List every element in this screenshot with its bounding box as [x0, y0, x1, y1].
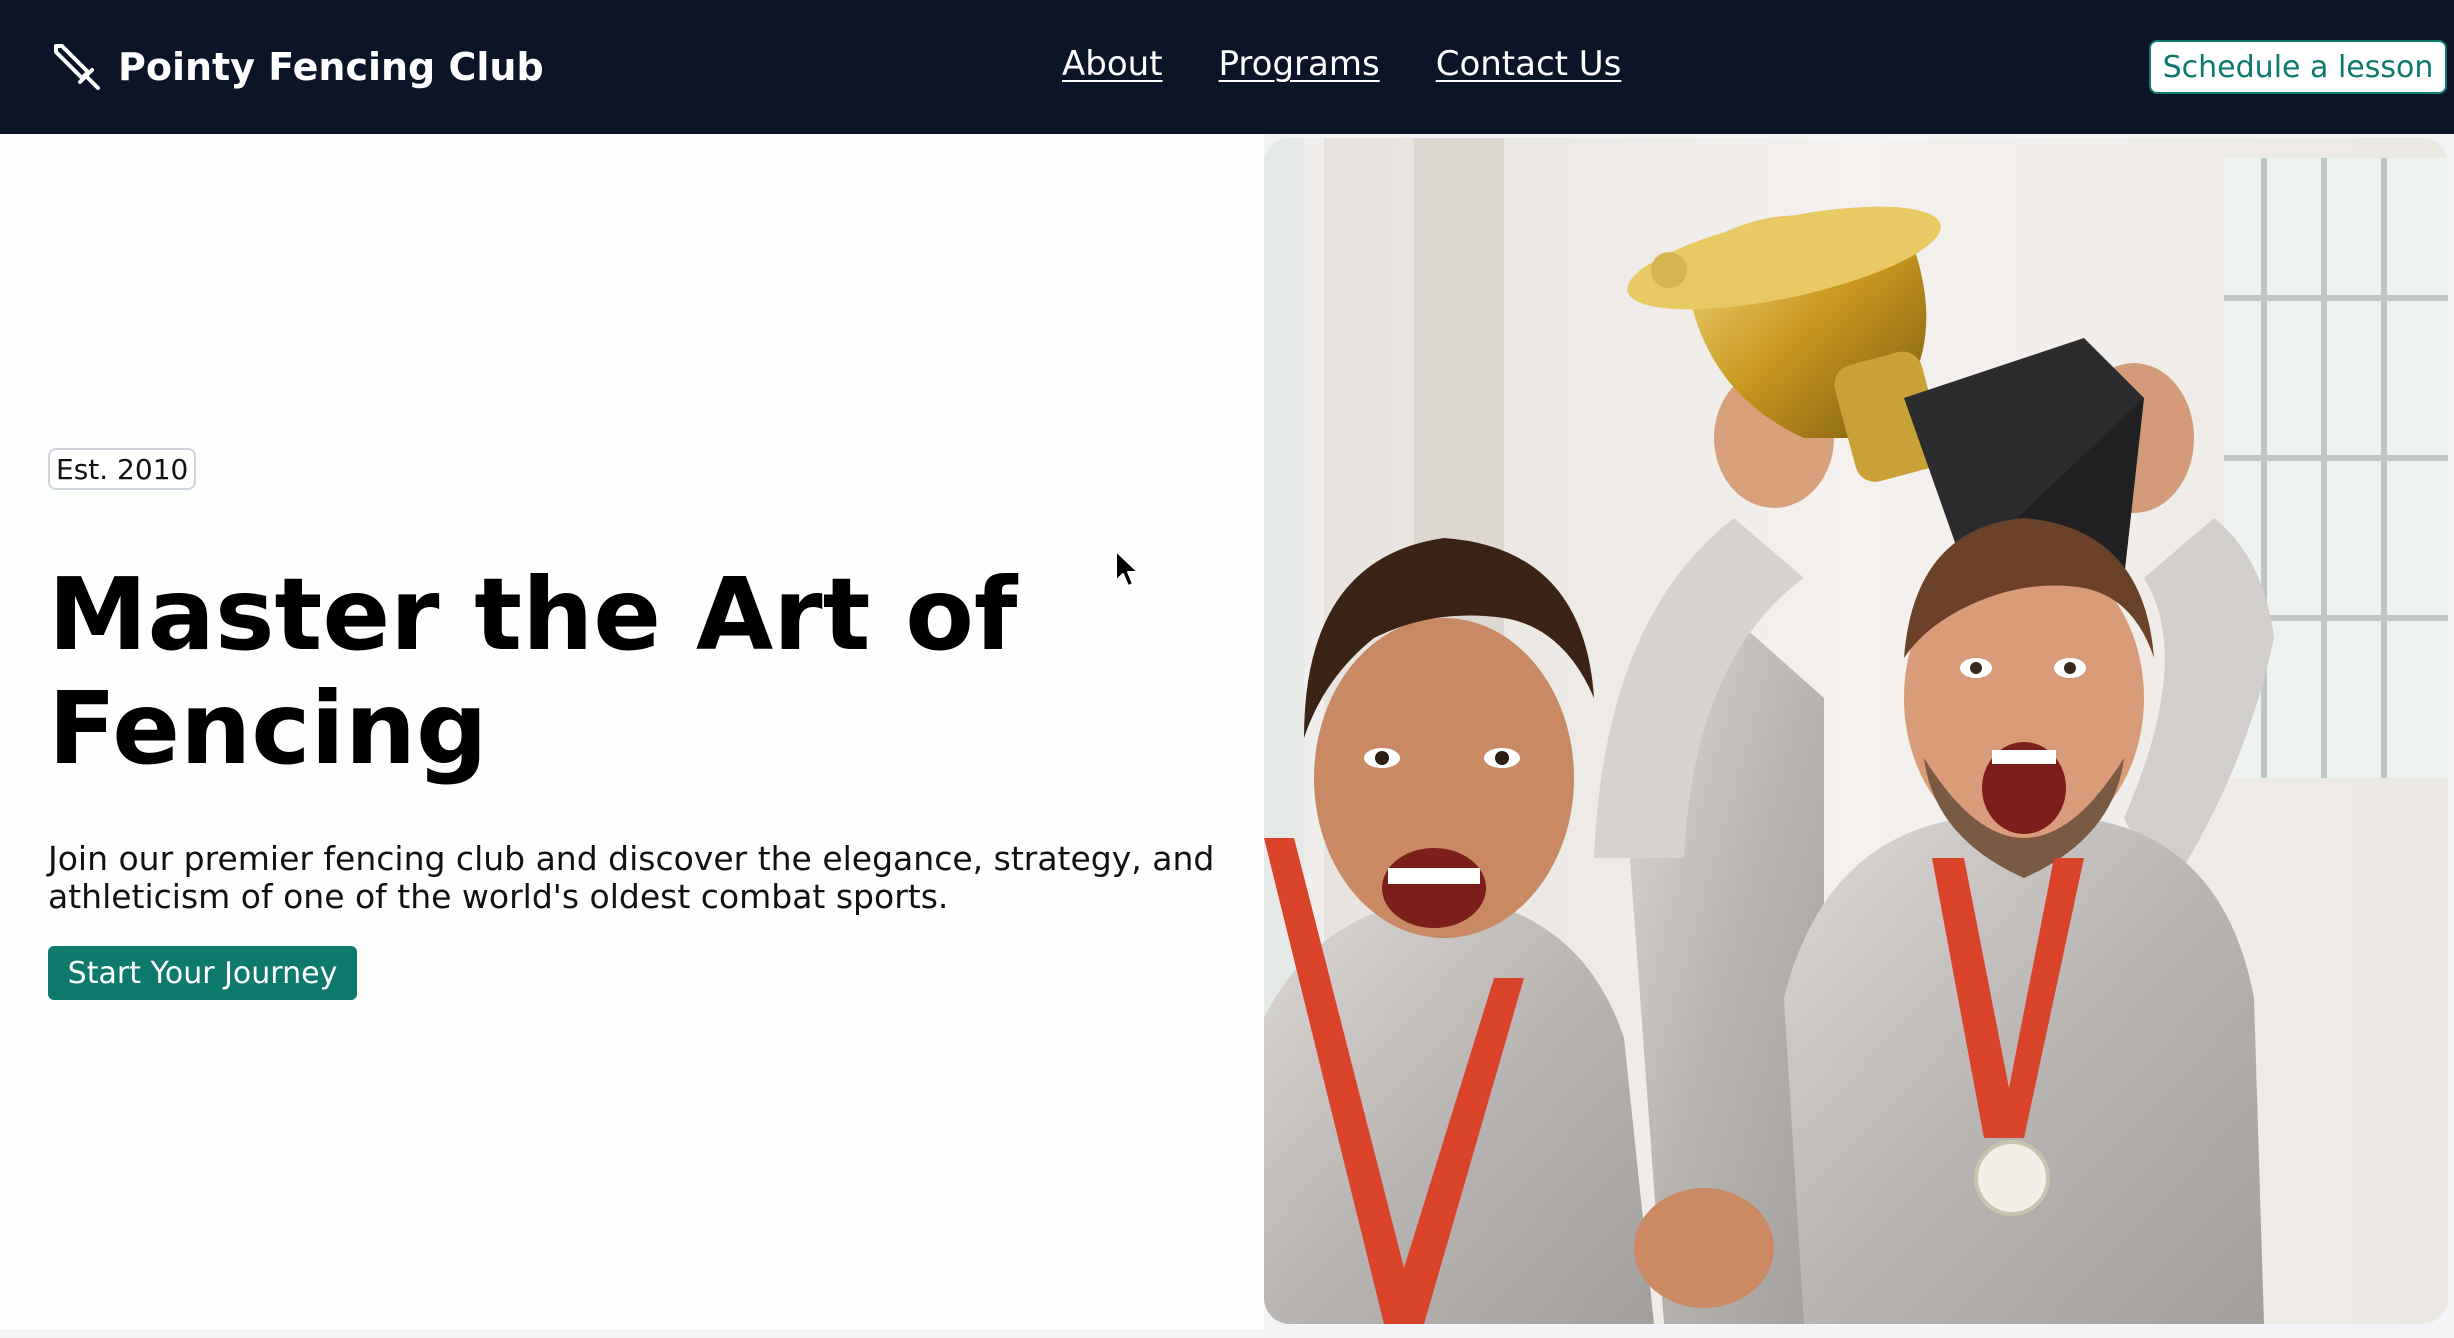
brand[interactable]: Pointy Fencing Club: [50, 36, 544, 98]
nav-link-about[interactable]: About: [1062, 44, 1163, 84]
start-journey-button[interactable]: Start Your Journey: [48, 946, 357, 1000]
nav-link-contact[interactable]: Contact Us: [1436, 44, 1622, 84]
brand-name: Pointy Fencing Club: [118, 45, 544, 89]
site-header: Pointy Fencing Club About Programs Conta…: [0, 0, 2454, 134]
mouse-cursor-icon: [1115, 550, 1139, 587]
hero-image: [1264, 138, 2448, 1324]
hero-title: Master the Art of Fencing: [48, 556, 1018, 787]
main-nav: About Programs Contact Us: [1062, 44, 1621, 84]
schedule-lesson-button[interactable]: Schedule a lesson: [2149, 40, 2447, 94]
fencers-trophy-illustration: [1264, 138, 2448, 1324]
sword-icon: [54, 44, 100, 90]
established-badge: Est. 2010: [48, 448, 197, 490]
nav-link-programs[interactable]: Programs: [1219, 44, 1380, 84]
hero-subtitle: Join our premier fencing club and discov…: [48, 839, 1215, 916]
